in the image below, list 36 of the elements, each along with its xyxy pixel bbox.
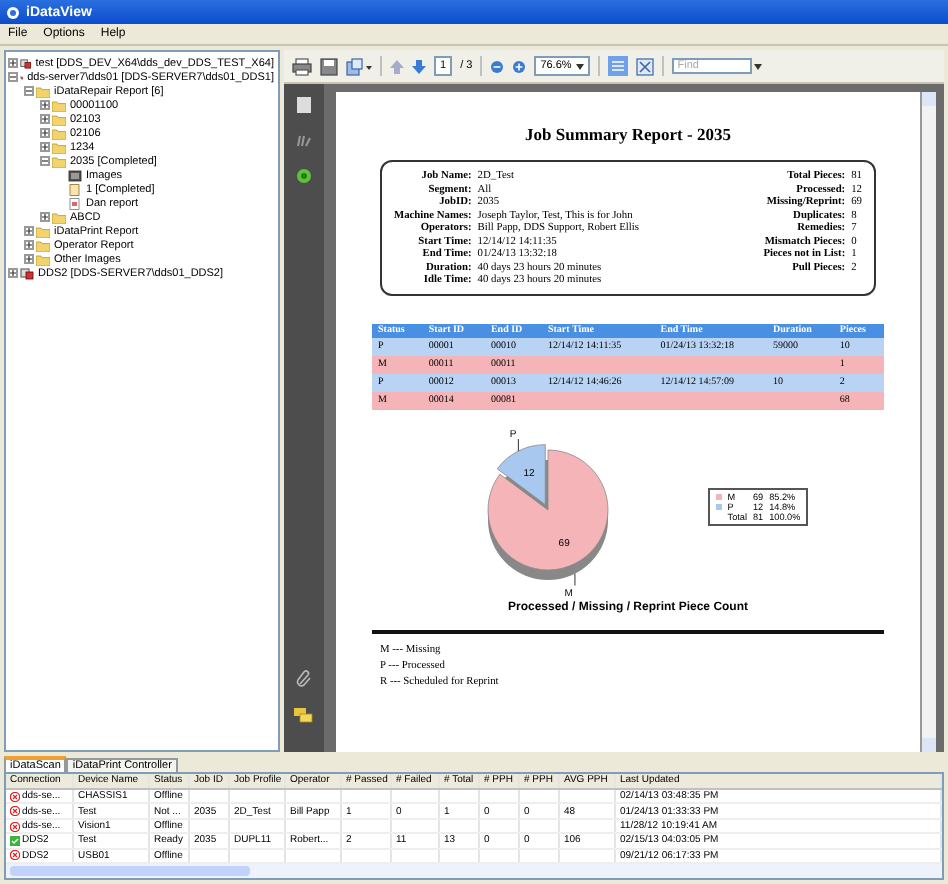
comments-icon[interactable] xyxy=(294,708,314,724)
pages-icon[interactable] xyxy=(296,96,312,114)
print-button[interactable] xyxy=(292,57,312,75)
leader-line xyxy=(517,438,519,452)
vertical-scrollbar[interactable] xyxy=(920,92,936,752)
app-icon xyxy=(6,5,20,19)
attachment-icon[interactable] xyxy=(296,670,312,688)
zoom-out-button[interactable] xyxy=(490,59,505,73)
status-icon[interactable] xyxy=(296,168,312,184)
caret-icon[interactable] xyxy=(753,63,762,69)
document-icon xyxy=(68,183,82,195)
collapse-toggle[interactable] xyxy=(8,72,18,82)
expand-toggle[interactable] xyxy=(40,142,50,152)
signature-icon[interactable] xyxy=(296,134,312,148)
export-button[interactable] xyxy=(346,57,372,75)
expand-toggle[interactable] xyxy=(24,240,34,250)
report-title: Job Summary Report - 2035 xyxy=(523,124,733,144)
zoom-in-button[interactable] xyxy=(512,59,527,73)
expand-toggle[interactable] xyxy=(40,212,50,222)
expand-toggle[interactable] xyxy=(8,58,18,68)
next-page-button[interactable] xyxy=(412,59,426,73)
leader-line xyxy=(574,573,575,587)
full-screen-button[interactable] xyxy=(635,57,654,75)
expand-toggle[interactable] xyxy=(40,100,50,110)
caret-icon xyxy=(575,63,584,69)
collapse-toggle[interactable] xyxy=(24,86,34,96)
collapse-toggle[interactable] xyxy=(40,156,50,166)
expand-toggle[interactable] xyxy=(24,254,34,264)
expand-toggle[interactable] xyxy=(24,226,34,236)
images-icon xyxy=(68,169,82,181)
expand-toggle[interactable] xyxy=(40,114,50,124)
report-icon xyxy=(68,197,82,209)
expand-toggle[interactable] xyxy=(40,128,50,138)
save-button[interactable] xyxy=(320,57,338,75)
horizontal-scrollbar[interactable] xyxy=(6,864,942,878)
expand-toggle[interactable] xyxy=(8,268,18,278)
